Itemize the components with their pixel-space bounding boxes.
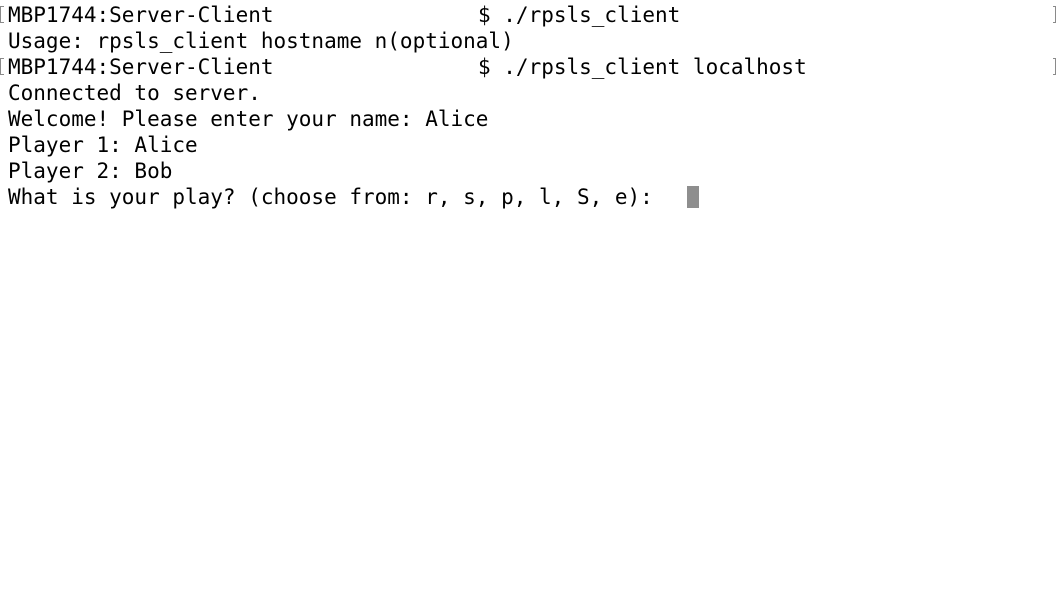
prompt-host: MBP1744:Server-Client (8, 3, 274, 27)
output-line: Player 2: Bob (0, 158, 172, 184)
prompt-command: $ ./rpsls_client localhost (478, 55, 807, 79)
prompt-line-1: MBP1744:Server-Client $ ./rpsls_client (0, 2, 1056, 28)
output-text: Welcome! Please enter your name: Alice (8, 107, 489, 131)
output-text: Connected to server. (8, 81, 261, 105)
terminal-window[interactable]: MBP1744:Server-Client $ ./rpsls_client U… (0, 0, 1056, 604)
prompt-host: MBP1744:Server-Client (8, 55, 274, 79)
input-prompt-line[interactable]: What is your play? (choose from: r, s, p… (0, 184, 1056, 210)
line-mark (0, 6, 4, 23)
output-text: Player 1: Alice (8, 133, 198, 157)
output-line: Welcome! Please enter your name: Alice (0, 106, 488, 132)
prompt-line-2: MBP1744:Server-Client $ ./rpsls_client l… (0, 54, 1056, 80)
output-line: Connected to server. (0, 80, 261, 106)
output-line: Player 1: Alice (0, 132, 198, 158)
line-mark (0, 58, 4, 75)
input-prompt-text: What is your play? (choose from: r, s, p… (8, 185, 666, 209)
output-text: Player 2: Bob (8, 159, 173, 183)
output-line: Usage: rpsls_client hostname n(optional) (0, 28, 514, 54)
output-text: Usage: rpsls_client hostname n(optional) (8, 29, 514, 53)
text-cursor[interactable] (687, 186, 699, 208)
prompt-command: $ ./rpsls_client (478, 3, 681, 27)
